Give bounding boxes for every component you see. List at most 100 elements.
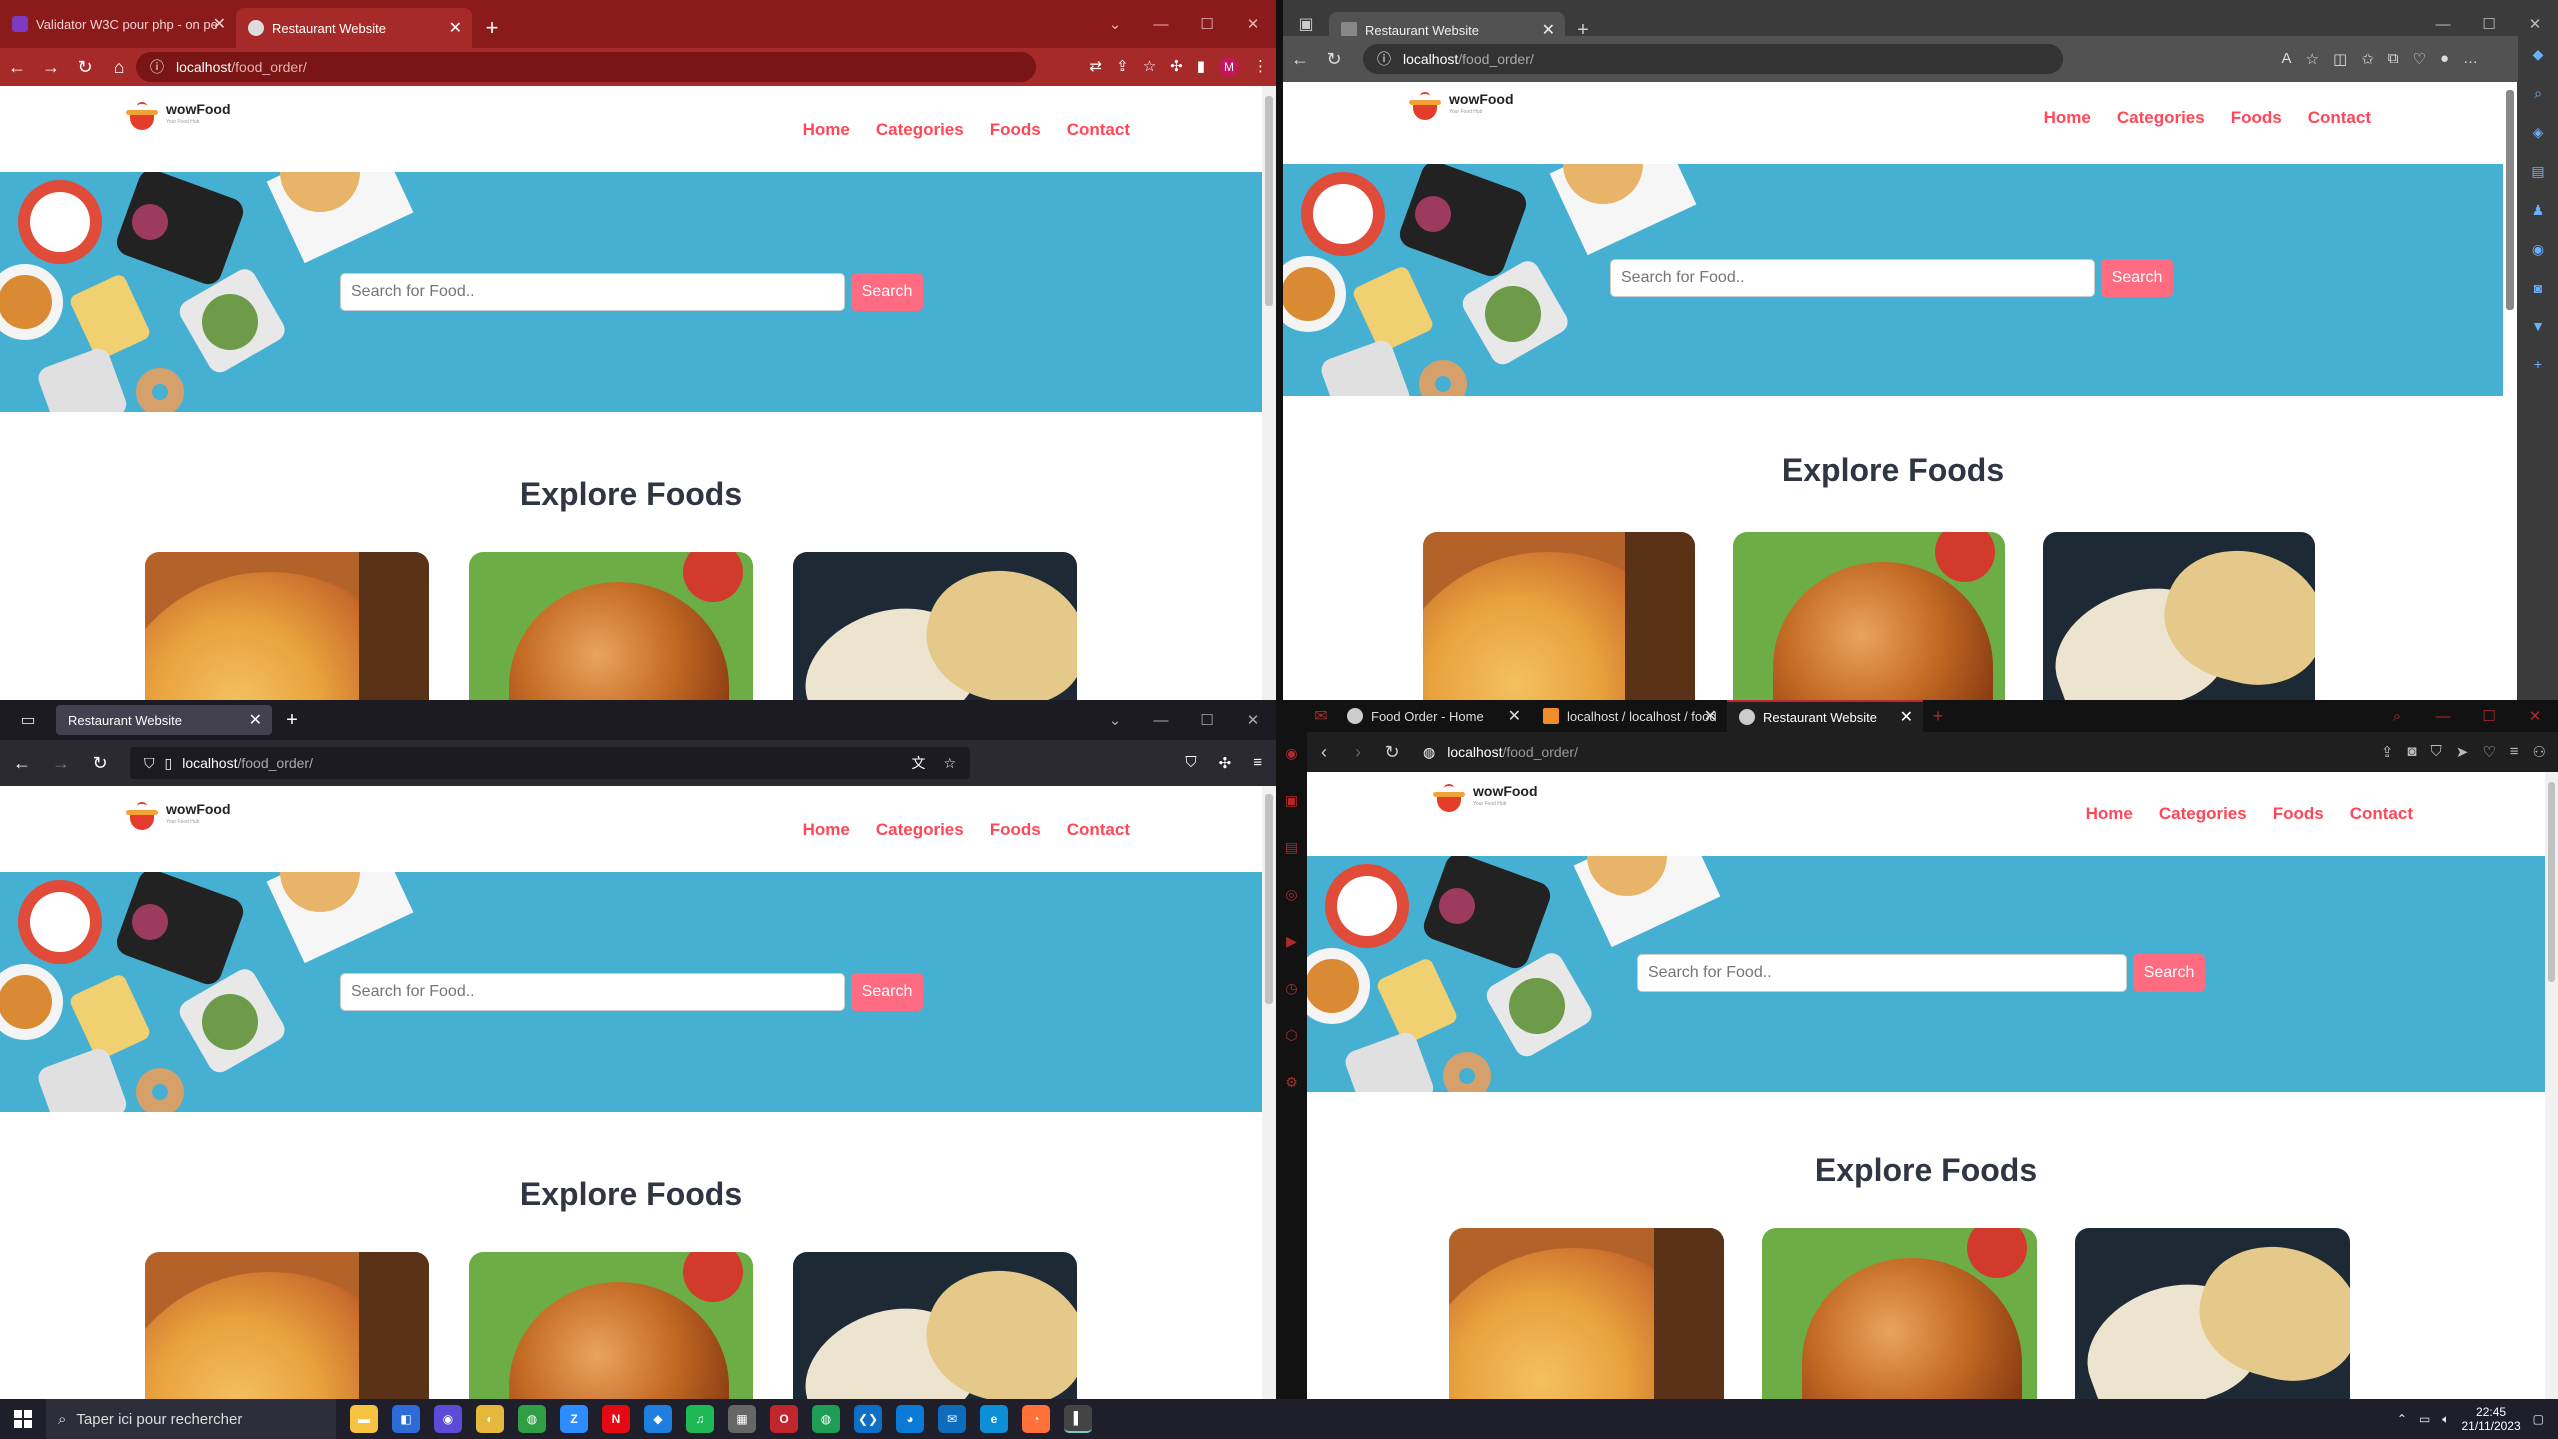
food-card-burger[interactable] [1762, 1228, 2037, 1399]
search-input[interactable] [340, 273, 845, 311]
forward-icon[interactable]: › [1341, 742, 1375, 763]
nav-foods[interactable]: Foods [990, 820, 1041, 840]
address-bar[interactable]: ◍ localhost/food_order/ [1409, 738, 2209, 766]
address-bar[interactable]: ⓘ localhost/food_order/ [1363, 44, 2063, 74]
profile-icon[interactable]: ● [2440, 50, 2449, 68]
close-tab-icon[interactable]: ✕ [449, 18, 462, 38]
games-icon[interactable]: ♟ [2532, 202, 2545, 219]
nav-categories[interactable]: Categories [876, 820, 964, 840]
extensions-icon[interactable]: ⬡ [1285, 1027, 1297, 1044]
search-icon[interactable]: ⌕ [2374, 700, 2420, 732]
pocket-icon[interactable]: ⛉ [1185, 754, 1196, 772]
translate-icon[interactable]: 文 [911, 753, 925, 773]
network-icon[interactable]: ▭ [2419, 1412, 2430, 1426]
close-window-button[interactable]: ✕ [2512, 700, 2558, 732]
list-all-tabs-icon[interactable]: ⌄ [1092, 700, 1138, 740]
food-card-momo[interactable] [793, 1252, 1077, 1399]
food-card-pizza[interactable] [145, 552, 429, 700]
nav-home[interactable]: Home [803, 820, 850, 840]
search-input[interactable] [1610, 259, 2095, 297]
maximize-button[interactable]: ☐ [1184, 0, 1230, 48]
nav-contact[interactable]: Contact [2350, 804, 2413, 824]
back-icon[interactable]: ← [0, 753, 44, 774]
office-icon[interactable]: ◉ [2532, 241, 2544, 258]
tab-restaurant[interactable]: Restaurant Website ✕ [56, 705, 272, 735]
menu-icon[interactable]: … [2463, 50, 2478, 68]
tab-restaurant[interactable]: Restaurant Website ✕ [236, 8, 472, 48]
history-icon[interactable]: ◷ [1285, 980, 1297, 997]
extensions-icon[interactable]: ✣ [1170, 57, 1183, 77]
food-card-pizza[interactable] [145, 1252, 429, 1399]
forward-icon[interactable]: → [44, 753, 78, 774]
search-button[interactable]: Search [2101, 259, 2173, 297]
nav-home[interactable]: Home [803, 120, 850, 140]
split-screen-icon[interactable]: ◫ [2333, 50, 2347, 68]
search-input[interactable] [1637, 954, 2127, 992]
share-icon[interactable]: ⇪ [1116, 57, 1129, 77]
tools-icon[interactable]: ▤ [2531, 163, 2544, 180]
maximize-button[interactable]: ☐ [1184, 700, 1230, 740]
close-tab-icon[interactable]: ✕ [249, 710, 262, 730]
volume-icon[interactable]: 🔈︎ [2442, 1412, 2449, 1427]
settings-icon[interactable]: ⚙ [1285, 1074, 1298, 1091]
nav-foods[interactable]: Foods [2273, 804, 2324, 824]
site-logo[interactable]: wowFood Your Food Hub [126, 801, 231, 830]
new-tab-button[interactable]: + [1923, 700, 1953, 732]
read-aloud-icon[interactable]: A [2282, 50, 2292, 68]
send-icon[interactable]: ➤ [2456, 743, 2469, 761]
drop-icon[interactable]: ▼ [2531, 318, 2545, 334]
search-button[interactable]: Search [2133, 954, 2205, 992]
nav-contact[interactable]: Contact [2308, 108, 2371, 128]
tab-search-icon[interactable]: ✉ [1307, 700, 1335, 732]
address-bar[interactable]: ⛉ ▯ localhost/food_order/ 文 ☆ [130, 747, 970, 779]
food-card-burger[interactable] [469, 552, 753, 700]
back-icon[interactable]: ← [1283, 49, 1317, 70]
new-tab-button[interactable]: + [272, 700, 312, 740]
shopping-icon[interactable]: ◈ [2533, 124, 2544, 141]
scrollbar[interactable] [1262, 86, 1276, 700]
tab-validator[interactable]: Validator W3C pour php - on pe ✕ [0, 0, 236, 48]
food-card-pizza[interactable] [1449, 1228, 1724, 1399]
notifications-icon[interactable]: ▢ [2533, 1412, 2544, 1426]
add-icon[interactable]: + [2534, 356, 2542, 372]
store-icon[interactable]: ◧ [392, 1405, 420, 1433]
reload-icon[interactable]: ↻ [68, 57, 102, 78]
scrollbar[interactable] [2545, 772, 2558, 1399]
home-icon[interactable]: ⌂ [102, 57, 136, 78]
minimize-button[interactable]: — [2420, 700, 2466, 732]
close-tab-icon[interactable]: ✕ [213, 14, 226, 34]
food-card-momo[interactable] [2075, 1228, 2350, 1399]
nav-categories[interactable]: Categories [876, 120, 964, 140]
menu-icon[interactable]: ⋮ [1253, 57, 1268, 77]
nav-foods[interactable]: Foods [2231, 108, 2282, 128]
food-card-momo[interactable] [2043, 532, 2315, 700]
app-store-icon[interactable]: ◆ [644, 1405, 672, 1433]
netflix-icon[interactable]: N [602, 1405, 630, 1433]
minimize-button[interactable]: — [1138, 0, 1184, 48]
back-icon[interactable]: ‹ [1307, 742, 1341, 763]
spotify-icon[interactable]: ♫ [686, 1405, 714, 1433]
star-icon[interactable]: ☆ [1143, 57, 1156, 77]
start-button[interactable] [0, 1410, 46, 1428]
vscode-icon[interactable]: ❮❯ [854, 1405, 882, 1433]
reload-icon[interactable]: ↻ [1317, 49, 1351, 70]
clock[interactable]: 22:45 21/11/2023 [2461, 1405, 2520, 1433]
nav-categories[interactable]: Categories [2117, 108, 2205, 128]
heartbeat-icon[interactable]: ♡ [2412, 50, 2425, 68]
calculator-icon[interactable]: ▦ [728, 1405, 756, 1433]
tab-search-icon[interactable]: ⌄ [1092, 0, 1138, 48]
back-icon[interactable]: ← [0, 57, 34, 78]
heart-icon[interactable]: ♡ [2482, 743, 2495, 761]
twitch-icon[interactable]: ▤ [1285, 839, 1298, 856]
taskbar-search[interactable]: ⌕ Taper ici pour rechercher [46, 1399, 336, 1439]
food-card-burger[interactable] [1733, 532, 2005, 700]
nav-home[interactable]: Home [2044, 108, 2091, 128]
nav-foods[interactable]: Foods [990, 120, 1041, 140]
file-explorer-icon[interactable]: ▬ [350, 1405, 378, 1433]
search-icon[interactable]: ⌕ [2534, 85, 2542, 102]
edge-dev-icon[interactable]: ◕ [896, 1405, 924, 1433]
search-input[interactable] [340, 973, 845, 1011]
opera-icon[interactable]: O [770, 1405, 798, 1433]
forward-icon[interactable]: → [34, 57, 68, 78]
outlook-icon[interactable]: ◙ [2534, 280, 2542, 296]
